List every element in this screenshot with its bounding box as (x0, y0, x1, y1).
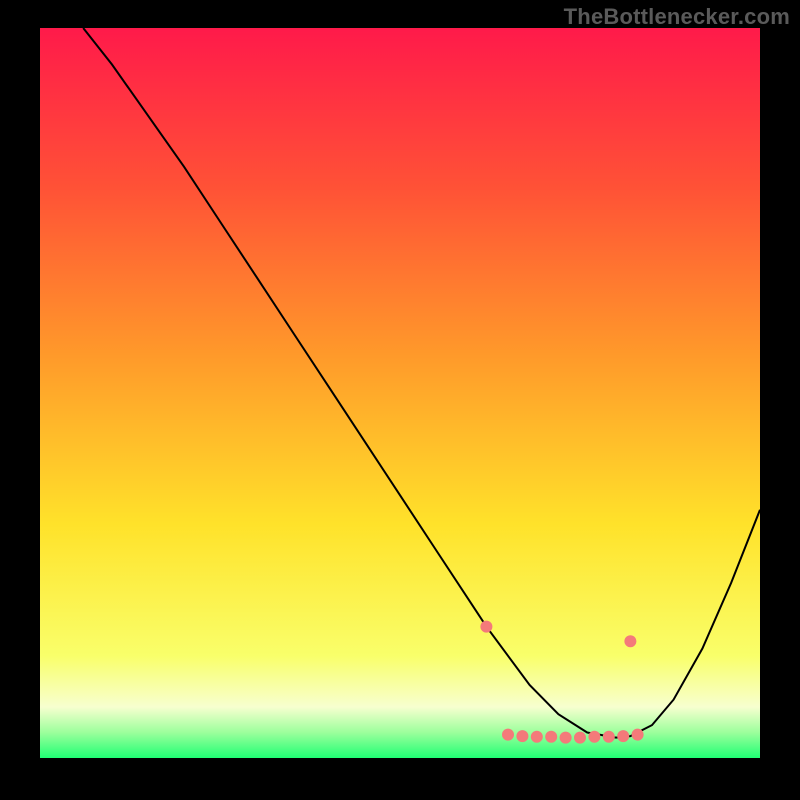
chart-marker (480, 621, 492, 633)
chart-marker (617, 730, 629, 742)
chart-marker (502, 729, 514, 741)
chart-marker (560, 732, 572, 744)
chart-marker (531, 731, 543, 743)
chart-svg (40, 28, 760, 758)
gradient-background (40, 28, 760, 758)
chart-marker (574, 732, 586, 744)
chart-marker (624, 635, 636, 647)
source-attribution: TheBottlenecker.com (564, 4, 790, 30)
chart-marker (632, 729, 644, 741)
chart-marker (545, 731, 557, 743)
chart-marker (603, 731, 615, 743)
chart-marker (588, 731, 600, 743)
chart-container: TheBottlenecker.com (0, 0, 800, 800)
chart-marker (516, 730, 528, 742)
plot-area (40, 28, 760, 758)
